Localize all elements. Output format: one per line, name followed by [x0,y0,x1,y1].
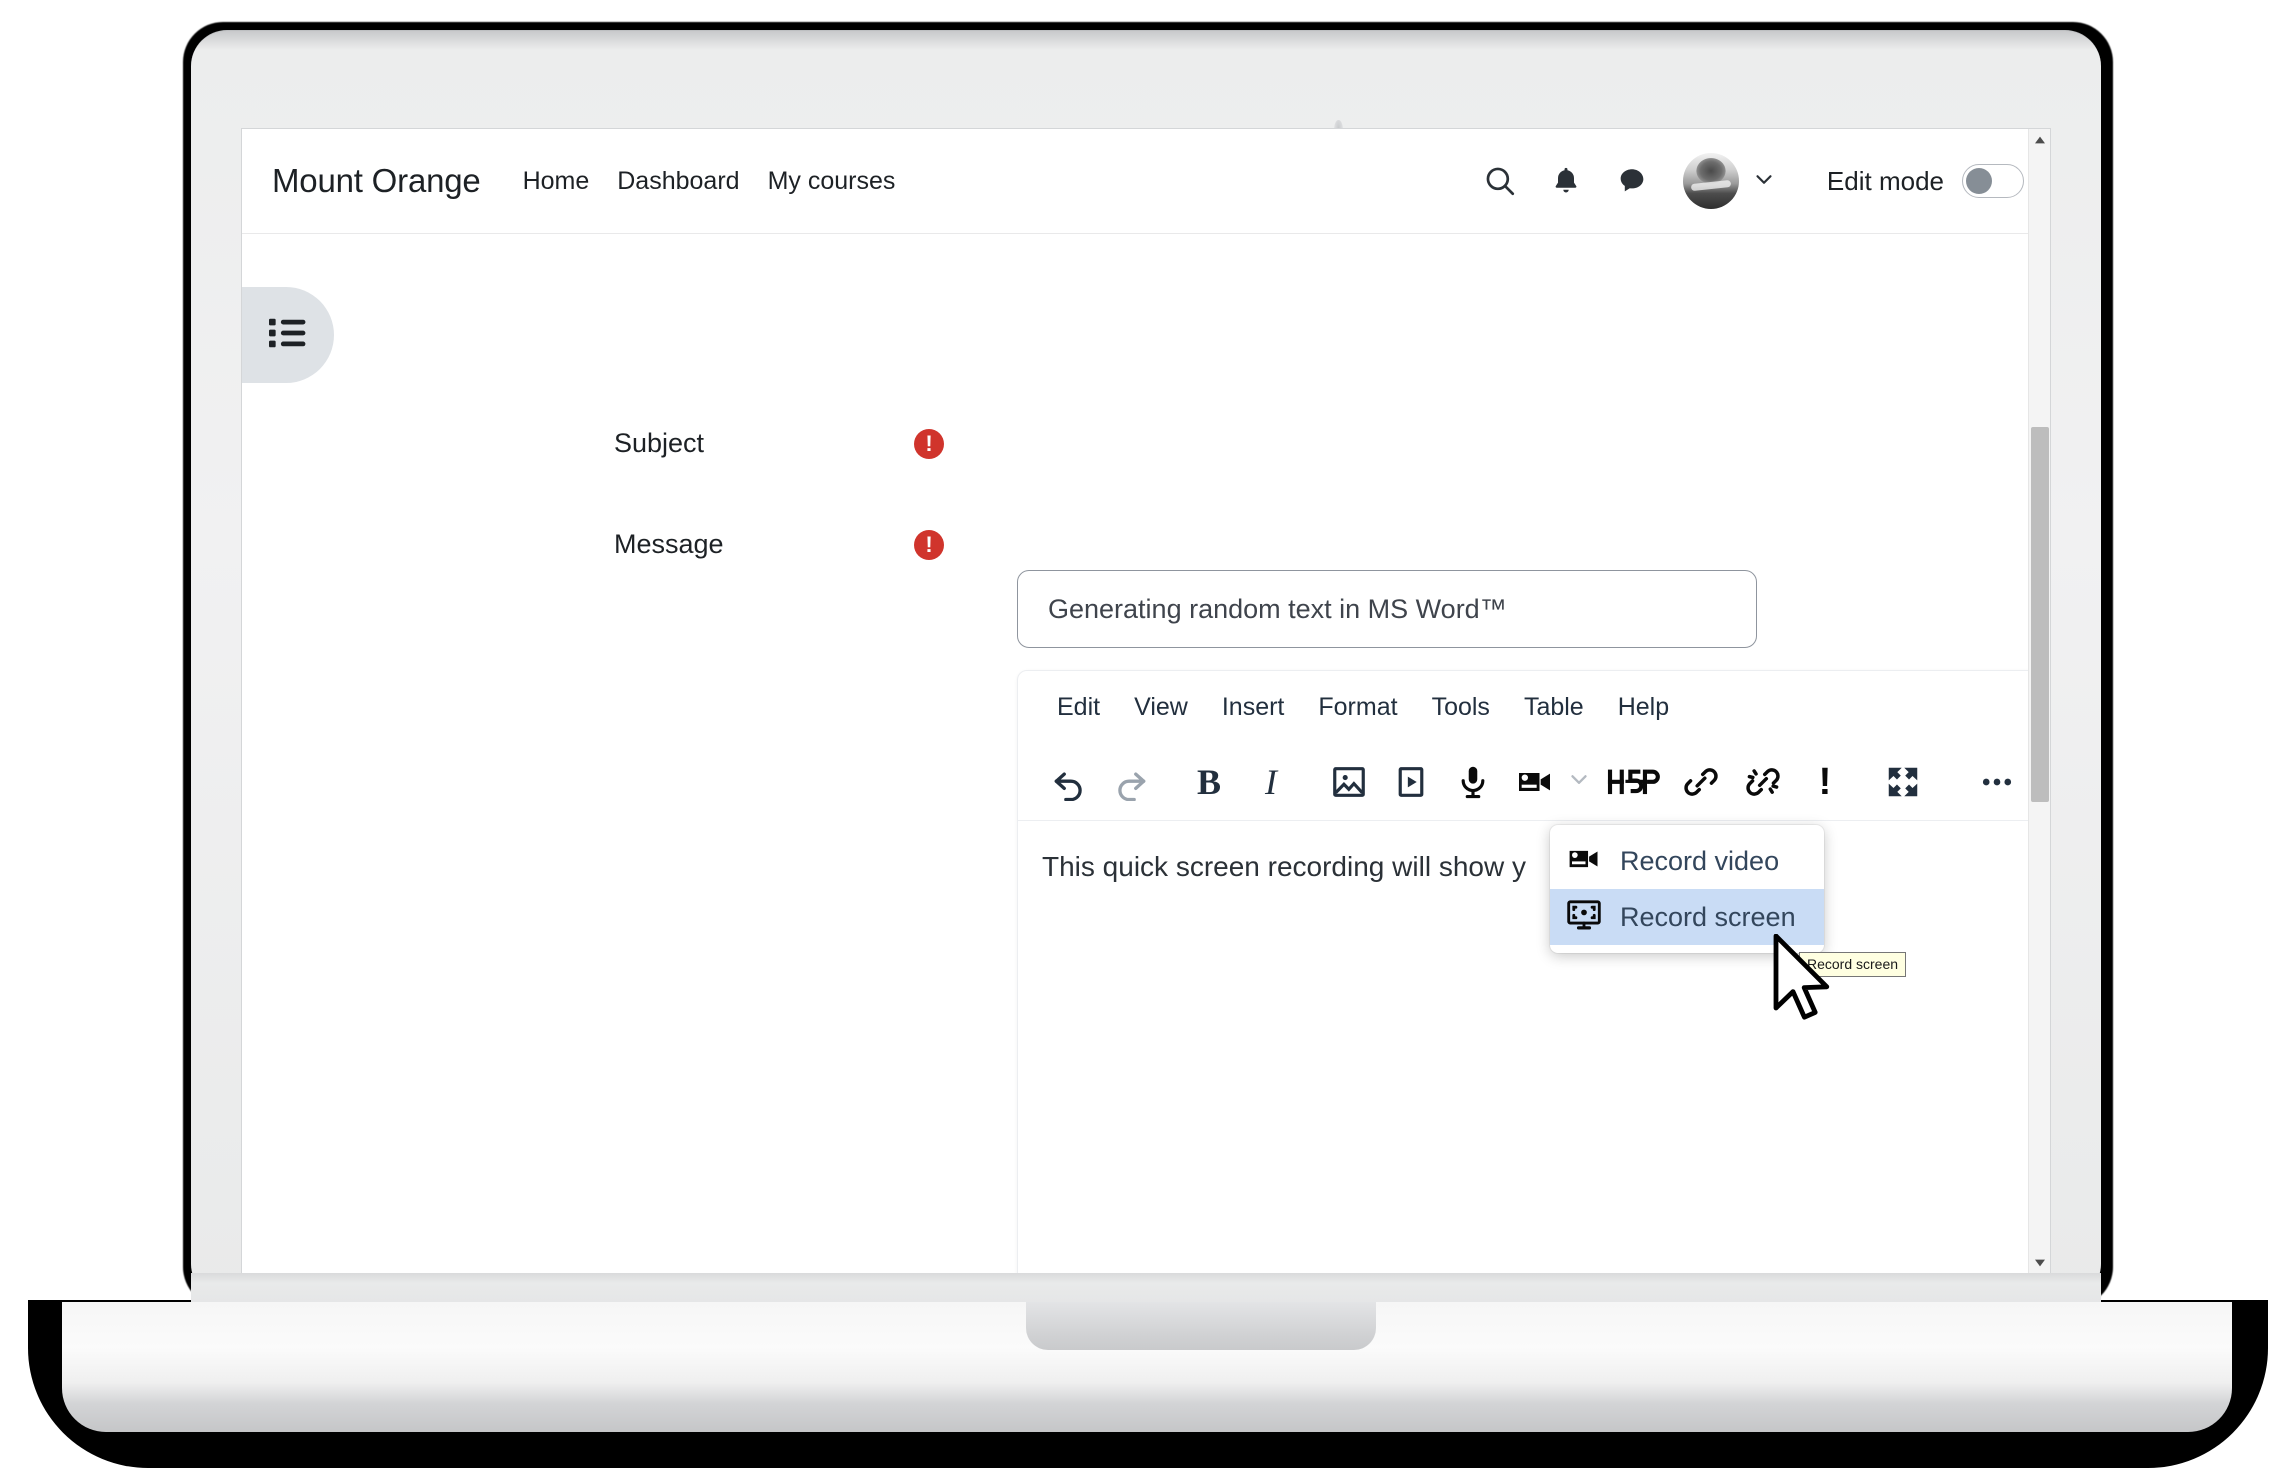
editor-menu-view[interactable]: View [1117,685,1205,730]
message-form: Subject ! Message ! Edit View Insert For… [242,234,2050,1273]
link-icon[interactable] [1670,751,1732,813]
message-row: Message ! [614,529,944,560]
editor-menu-edit[interactable]: Edit [1040,685,1117,730]
media-icon[interactable] [1380,751,1442,813]
site-navbar: Mount Orange Home Dashboard My courses E… [242,129,2050,234]
editor-menu-insert[interactable]: Insert [1205,685,1302,730]
laptop-screen: Mount Orange Home Dashboard My courses E… [241,128,2051,1273]
scroll-up-arrow-icon[interactable] [2029,129,2050,151]
site-name[interactable]: Mount Orange [272,162,481,200]
undo-icon[interactable] [1038,751,1100,813]
editor-content-area[interactable]: This quick screen recording will show y [1018,821,2050,914]
redo-icon[interactable] [1100,751,1162,813]
nav-link-home[interactable]: Home [523,167,590,196]
editor-menu-help[interactable]: Help [1601,685,1686,730]
italic-icon-label: I [1265,761,1277,802]
menu-item-record-screen-label: Record screen [1620,901,1796,932]
menu-item-record-screen[interactable]: Record screen [1550,889,1824,945]
bold-icon-label: B [1196,761,1221,802]
nav-link-my-courses[interactable]: My courses [768,167,896,196]
subject-required-badge: ! [914,428,944,459]
subject-input[interactable] [1017,570,1757,648]
editor-menu-tools[interactable]: Tools [1415,685,1507,730]
image-icon[interactable] [1318,751,1380,813]
video-camera-icon [1566,841,1602,882]
editor-menu-format[interactable]: Format [1301,685,1414,730]
message-required-badge: ! [914,529,944,560]
editor-body-text: This quick screen recording will show y [1042,851,1526,882]
editor-menu-table[interactable]: Table [1507,685,1601,730]
moodle-page: Mount Orange Home Dashboard My courses E… [242,129,2050,1273]
subject-row: Subject ! [614,428,944,459]
microphone-icon[interactable] [1442,751,1504,813]
record-screen-tooltip: Record screen [1799,952,1907,977]
record-dropdown-menu: Record video Record screen [1550,825,1824,953]
h5p-icon[interactable] [1598,751,1670,813]
subject-label: Subject [614,428,705,458]
scroll-down-arrow-icon[interactable] [2029,1252,2050,1273]
bell-icon[interactable] [1533,148,1599,214]
menu-item-record-video-label: Record video [1620,845,1780,876]
nav-link-dashboard[interactable]: Dashboard [617,167,739,196]
edit-mode-toggle-knob [1966,168,1992,194]
more-icon[interactable] [1966,751,2028,813]
accessibility-checker-icon[interactable]: ! [1794,751,1856,813]
search-icon[interactable] [1467,148,1533,214]
accessibility-checker-label: ! [1818,760,1832,803]
navbar-right-cluster: Edit mode [1467,148,2050,214]
unlink-icon[interactable] [1732,751,1794,813]
menu-item-record-video[interactable]: Record video [1550,833,1824,889]
message-bubble-icon[interactable] [1599,148,1665,214]
record-screen-icon [1566,897,1602,938]
video-camera-icon[interactable] [1504,751,1566,813]
laptop-mockup: Mount Orange Home Dashboard My courses E… [0,0,2292,1480]
fullscreen-icon[interactable] [1872,751,1934,813]
page-scrollbar[interactable] [2028,129,2050,1273]
bold-icon[interactable]: B [1178,751,1240,813]
message-label: Message [614,529,724,559]
laptop-base-notch [1026,1302,1376,1350]
chevron-down-icon [1751,166,1777,197]
editor-toolbar: B I ! [1018,743,2050,821]
italic-icon[interactable]: I [1240,751,1302,813]
scrollbar-thumb[interactable] [2031,427,2049,802]
avatar [1682,153,1739,209]
primary-navigation: Home Dashboard My courses [523,167,896,196]
chevron-down-icon[interactable] [1566,766,1598,797]
record-split-button[interactable] [1504,751,1598,813]
editor-menubar: Edit View Insert Format Tools Table Help [1018,671,2050,743]
edit-mode-control: Edit mode [1827,164,2024,198]
edit-mode-label: Edit mode [1826,165,1944,196]
edit-mode-toggle[interactable] [1962,164,2024,198]
user-menu[interactable] [1682,153,1777,209]
